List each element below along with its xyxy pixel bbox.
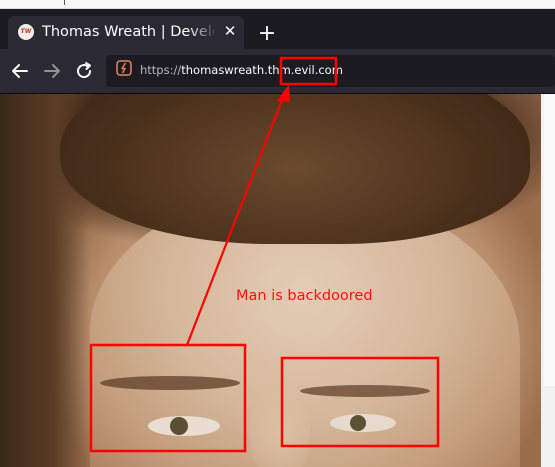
photo-nose — [250, 394, 310, 467]
page-content — [0, 94, 555, 467]
page-right-panel — [544, 94, 555, 386]
url-host: thomaswreath.thm.evil.com — [181, 63, 343, 77]
top-strip-mark — [64, 0, 65, 5]
tab-title-fade — [188, 20, 218, 44]
right-iris — [350, 415, 366, 431]
left-iris — [170, 417, 188, 435]
photo-hair — [60, 94, 530, 244]
url-scheme: https:// — [140, 63, 182, 77]
reload-icon[interactable] — [73, 60, 95, 82]
tab-close-icon[interactable]: ✕ — [222, 23, 238, 39]
photo-right-brow — [300, 385, 430, 397]
site-favicon-icon: TW — [18, 24, 34, 40]
forward-arrow-icon[interactable] — [41, 60, 63, 82]
tab-active[interactable]: TW Thomas Wreath | Developer ✕ — [8, 16, 244, 49]
back-arrow-icon[interactable] — [9, 60, 31, 82]
new-tab-button[interactable]: + — [256, 23, 278, 46]
tab-bar: TW Thomas Wreath | Developer ✕ + — [0, 9, 555, 49]
top-strip — [0, 0, 555, 9]
annotation-label: Man is backdoored — [236, 288, 373, 304]
man-face-photo — [0, 94, 545, 467]
url-text[interactable]: https://thomaswreath.thm.evil.com — [140, 62, 343, 78]
photo-right-eye — [330, 414, 396, 432]
photo-left-brow — [100, 376, 240, 390]
photo-left-eye — [148, 416, 220, 436]
site-info-icon[interactable] — [116, 60, 132, 76]
page-right-edge — [541, 94, 555, 467]
